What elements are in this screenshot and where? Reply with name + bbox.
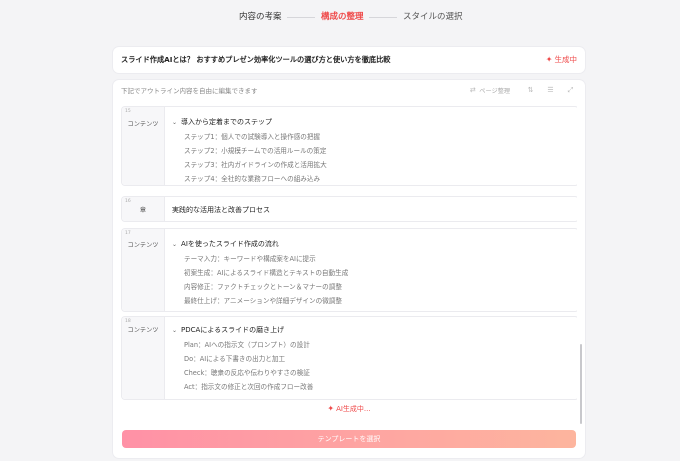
section-item[interactable]: 最終仕上げ：アニメーションや詳細デザインの微調整: [184, 295, 342, 305]
section-heading[interactable]: ⌄ 導入から定着までのステップ: [172, 117, 272, 127]
outline-section[interactable]: 16 章 実践的な活用法と改善プロセス: [121, 196, 577, 222]
section-item[interactable]: 初案生成：AIによるスライド構造とテキストの自動生成: [184, 267, 348, 277]
chevron-down-icon[interactable]: ⌄: [172, 119, 177, 126]
edit-hint: 下記でアウトライン内容を自由に編集できます: [121, 87, 258, 95]
section-heading[interactable]: ⌄ AIを使ったスライド作成の流れ: [172, 239, 279, 249]
step-structure[interactable]: 構成の整理: [321, 9, 364, 25]
section-heading[interactable]: 実践的な活用法と改善プロセス: [172, 205, 270, 215]
step-style[interactable]: スタイルの選択: [403, 9, 463, 25]
section-type: 章: [139, 207, 147, 214]
section-number: 16: [125, 199, 131, 204]
ai-status-label: AI生成中...: [336, 405, 371, 413]
step-divider: [369, 17, 397, 18]
section-item[interactable]: テーマ入力：キーワードや構成案をAIに提示: [184, 253, 316, 263]
step-divider: [287, 17, 315, 18]
section-item[interactable]: ステップ4：全社的な業務フローへの組み込み: [184, 173, 320, 183]
collapse-icon[interactable]: ⇅: [526, 86, 535, 95]
section-item[interactable]: Check：聴衆の反応や伝わりやすさの検証: [184, 367, 310, 377]
section-sidebar: 17 コンテンツ: [122, 229, 165, 311]
presentation-title: スライド作成AIとは？ おすすめプレゼン効率化ツールの選び方と使い方を徹底比較: [121, 55, 391, 64]
outline-section[interactable]: 15 コンテンツ ⌄ 導入から定着までのステップ ステップ1：個人での試験導入と操…: [121, 106, 577, 186]
section-heading[interactable]: ⌄ PDCAによるスライドの磨き上げ: [172, 325, 284, 335]
section-item[interactable]: ステップ3：社内ガイドラインの作成と活用拡大: [184, 159, 327, 169]
section-item[interactable]: 内容修正：ファクトチェックとトーン＆マナーの調整: [184, 281, 342, 291]
outline-list[interactable]: 15 コンテンツ ⌄ 導入から定着までのステップ ステップ1：個人での試験導入と操…: [121, 106, 577, 406]
list-icon[interactable]: ☰: [546, 86, 555, 95]
section-item[interactable]: Act：指示文の修正と次回の作成フロー改善: [184, 381, 313, 391]
section-sidebar: 15 コンテンツ: [122, 107, 165, 185]
page-organize-label[interactable]: ページ整理: [479, 86, 510, 95]
sparkle-icon: ✦: [327, 404, 335, 413]
outline-toolbar: ⇄ ページ整理 ⇅ ☰ ⤢: [468, 86, 575, 96]
sparkle-icon: ✦: [545, 55, 553, 64]
section-type: コンテンツ: [127, 121, 159, 128]
section-number: 17: [125, 231, 131, 236]
generating-badge: ✦ 生成中: [546, 47, 577, 73]
chevron-down-icon[interactable]: ⌄: [172, 241, 177, 248]
section-sidebar: 18 コンテンツ: [122, 317, 165, 399]
section-item[interactable]: Do：AIによる下書きの出力と加工: [184, 353, 285, 363]
section-number: 15: [125, 109, 131, 114]
chevron-down-icon[interactable]: ⌄: [172, 327, 177, 334]
step-content[interactable]: 内容の考案: [239, 9, 282, 25]
title-card: スライド作成AIとは？ おすすめプレゼン効率化ツールの選び方と使い方を徹底比較 …: [113, 47, 585, 73]
outline-panel: 下記でアウトライン内容を自由に編集できます ⇄ ページ整理 ⇅ ☰ ⤢ 15 コン…: [113, 80, 585, 458]
expand-icon[interactable]: ⤢: [566, 86, 575, 95]
section-number: 18: [125, 319, 131, 324]
section-item[interactable]: Plan：AIへの指示文（プロンプト）の設計: [184, 339, 310, 349]
section-item[interactable]: ステップ2：小規模チームでの活用ルールの策定: [184, 145, 326, 155]
outline-section[interactable]: 18 コンテンツ ⌄ PDCAによるスライドの磨き上げ Plan：AIへの指示文（…: [121, 316, 577, 400]
generating-label: 生成中: [554, 55, 578, 64]
select-template-button[interactable]: テンプレートを選択: [122, 430, 576, 448]
outline-section[interactable]: 17 コンテンツ ⌄ AIを使ったスライド作成の流れ テーマ入力：キーワードや構成…: [121, 228, 577, 312]
page-organize-icon: ⇄: [469, 86, 476, 94]
section-sidebar: 16 章: [122, 197, 165, 221]
section-type: コンテンツ: [127, 242, 159, 249]
ai-generating-status: ✦ AI生成中...: [113, 404, 585, 414]
progress-stepper: 内容の考案 構成の整理 スタイルの選択: [0, 9, 680, 25]
section-item[interactable]: ステップ1：個人での試験導入と操作感の把握: [184, 131, 320, 141]
section-type: コンテンツ: [127, 327, 159, 334]
